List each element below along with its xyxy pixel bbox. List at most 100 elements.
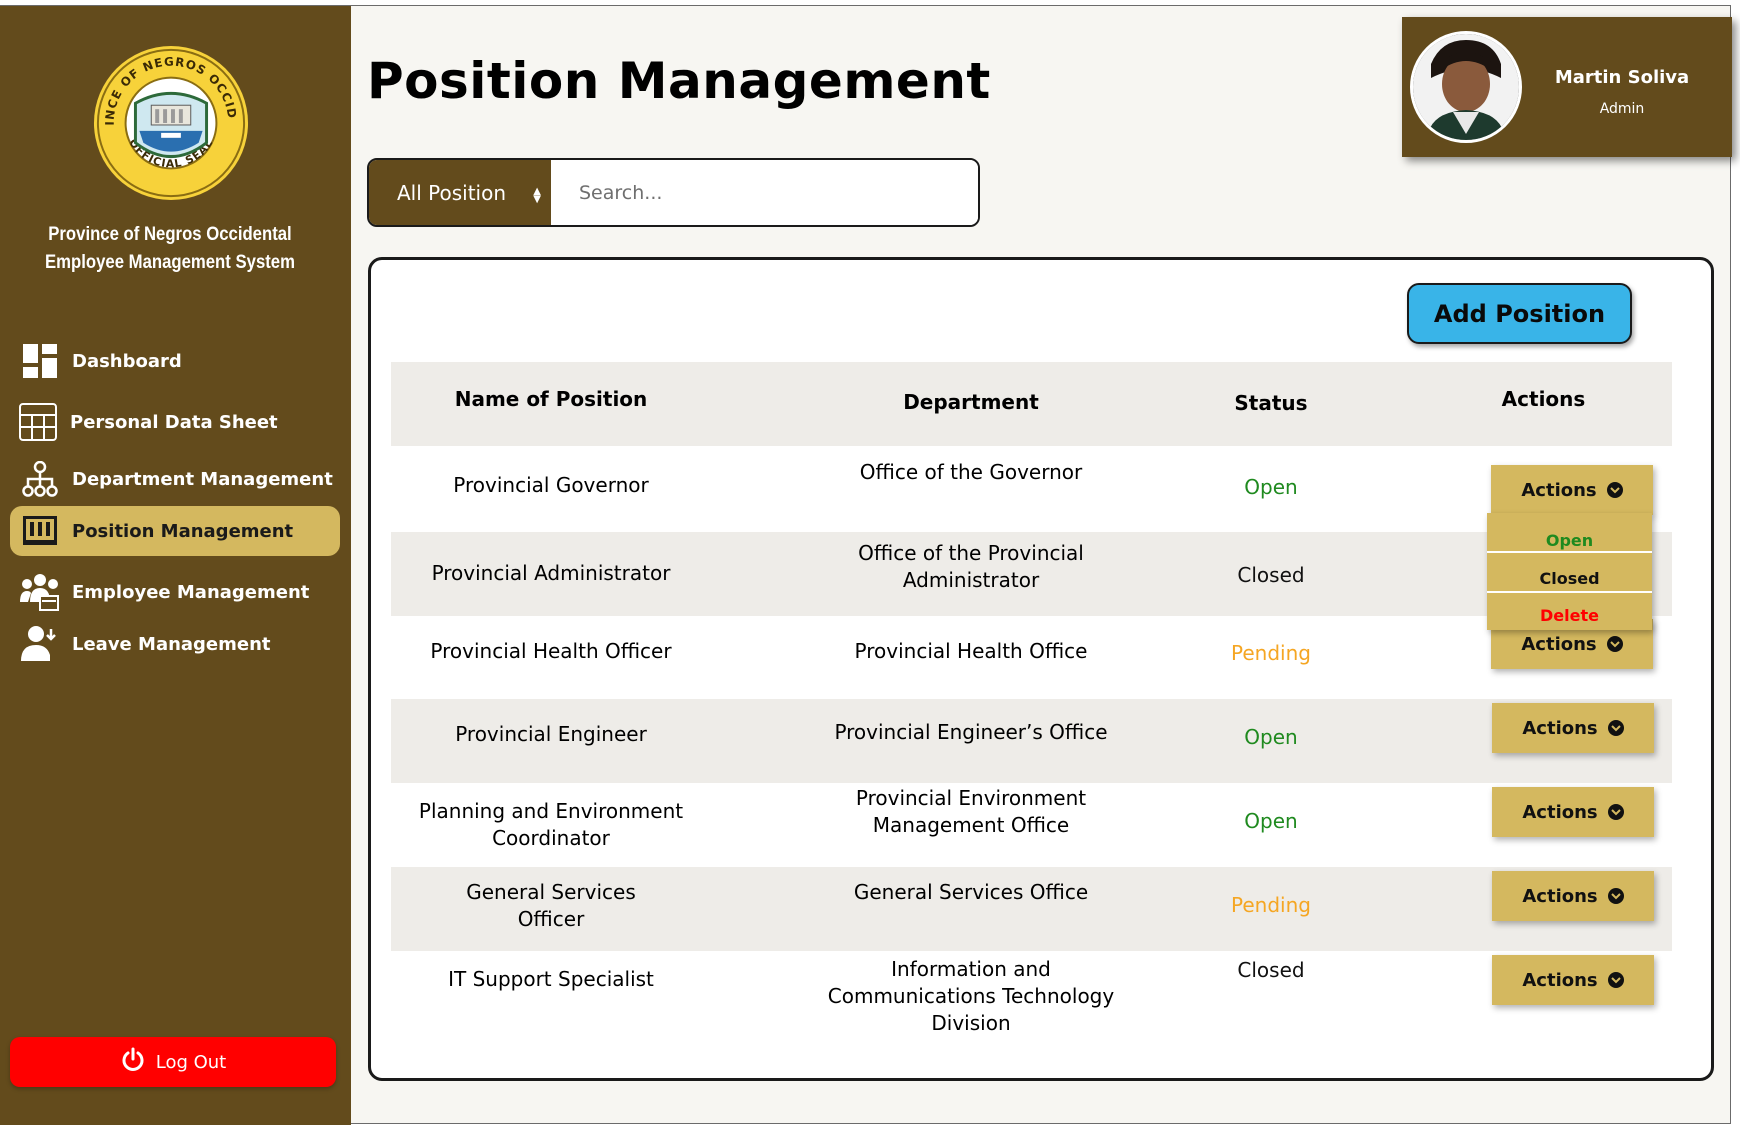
sidebar-item-label: Leave Management [72, 633, 271, 655]
actions-button[interactable]: Actions [1492, 787, 1654, 837]
grid-sheet-icon [18, 402, 58, 442]
position-board-icon [20, 511, 60, 551]
table-row: Provincial Governor Office of the Govern… [391, 447, 1672, 531]
profile-role: Admin [1599, 101, 1645, 117]
department-line: Division [931, 1011, 1011, 1035]
chevron-down-icon [1606, 482, 1623, 498]
position-department: General Services Office [853, 880, 1089, 904]
filter-search-bar: All Position ▲ ▼ [367, 158, 980, 227]
column-header-name: Name of Position [454, 387, 648, 411]
chevron-down-icon [1607, 720, 1624, 736]
position-name: Provincial Health Officer [430, 639, 672, 663]
position-name: Provincial Administrator [431, 561, 671, 585]
table-row: Planning and Environment Coordinator Pro… [391, 783, 1672, 867]
sidebar: PROVINCE OF NEGROS OCCIDENTAL OFFICIAL S… [0, 6, 351, 1125]
actions-label: Actions [1521, 633, 1597, 655]
actions-button[interactable]: Actions [1492, 955, 1654, 1005]
actions-label: Actions [1522, 969, 1598, 991]
org-chart-icon [20, 459, 60, 499]
power-icon [120, 1047, 146, 1078]
position-status: Pending [1231, 641, 1311, 665]
table-row: Provincial Health Officer Provincial Hea… [391, 616, 1672, 700]
table-row: Provincial Engineer Provincial Engineer’… [391, 699, 1672, 783]
avatar [1410, 31, 1522, 143]
menu-item-closed[interactable]: Closed [1487, 569, 1652, 588]
position-status: Open [1244, 809, 1298, 833]
actions-label: Actions [1522, 717, 1598, 739]
column-header-department: Department [903, 390, 1039, 414]
actions-button[interactable]: Actions [1492, 871, 1654, 921]
table-row: General Services Officer General Service… [391, 867, 1672, 951]
menu-item-open[interactable]: Open [1487, 531, 1652, 550]
sidebar-item-label: Personal Data Sheet [70, 411, 278, 433]
employees-icon [20, 572, 60, 612]
name-line: Coordinator [492, 826, 610, 850]
position-name: Provincial Governor [453, 473, 649, 497]
logout-button[interactable]: Log Out [10, 1037, 336, 1087]
actions-label: Actions [1521, 479, 1597, 501]
position-filter-select[interactable]: All Position ▲ ▼ [369, 160, 551, 225]
department-line: Office of the Provincial [858, 541, 1084, 565]
chevron-down-icon [1607, 888, 1624, 904]
add-position-button[interactable]: Add Position [1407, 283, 1632, 344]
table-row: Provincial Administrator Office of the P… [391, 532, 1672, 616]
actions-button[interactable]: Actions [1492, 703, 1654, 753]
sidebar-item-label: Employee Management [72, 581, 310, 603]
position-status: Open [1244, 475, 1298, 499]
search-input[interactable] [551, 160, 978, 225]
position-department: Office of the Governor [859, 460, 1083, 484]
menu-divider [1487, 551, 1652, 553]
sidebar-item-dashboard[interactable]: Dashboard [10, 336, 340, 386]
select-arrows-icon: ▲ ▼ [533, 186, 541, 205]
menu-divider [1487, 591, 1652, 593]
sidebar-item-personal-data-sheet[interactable]: Personal Data Sheet [10, 397, 340, 447]
position-department: Provincial Engineer’s Office [834, 720, 1108, 744]
dashboard-icon [20, 341, 60, 381]
name-line: Officer [517, 907, 585, 931]
actions-dropdown-menu: Open Closed Delete [1487, 513, 1652, 630]
name-line: General Services [466, 880, 636, 904]
position-department: Office of the Provincial Administrator [786, 540, 1156, 594]
sidebar-item-position-management[interactable]: Position Management [10, 506, 340, 556]
logout-label: Log Out [155, 1051, 227, 1073]
official-seal-logo: PROVINCE OF NEGROS OCCIDENTAL OFFICIAL S… [92, 44, 249, 201]
sidebar-item-leave-management[interactable]: Leave Management [10, 619, 340, 669]
user-profile-card[interactable]: Martin Soliva Admin [1402, 17, 1732, 157]
org-name-line1: Province of Negros Occidental [48, 224, 292, 245]
position-department: Provincial Environment Management Office [786, 785, 1156, 839]
actions-button[interactable]: Actions [1491, 465, 1653, 515]
menu-item-delete[interactable]: Delete [1487, 606, 1652, 625]
position-status: Open [1244, 725, 1298, 749]
position-department: Information and Communications Technolog… [786, 956, 1156, 1037]
department-line: Communications Technology [827, 984, 1115, 1008]
chevron-down-icon [1606, 636, 1623, 652]
chevron-down-icon [1607, 972, 1624, 988]
position-filter-value: All Position [397, 180, 507, 205]
department-line: Administrator [902, 568, 1040, 592]
name-line: Planning and Environment [418, 799, 684, 823]
position-name: General Services Officer [391, 879, 711, 933]
position-name: IT Support Specialist [448, 967, 654, 991]
organization-name: Province of Negros Occidental Employee M… [20, 221, 319, 277]
table-row: IT Support Specialist Information and Co… [391, 951, 1672, 1061]
positions-panel: Add Position Name of Position Department… [368, 257, 1714, 1081]
chevron-down-icon [1607, 804, 1624, 820]
leave-user-icon [20, 624, 60, 664]
sidebar-item-department-management[interactable]: Department Management [10, 454, 340, 504]
column-header-actions: Actions [1501, 387, 1586, 411]
position-name: Provincial Engineer [455, 722, 647, 746]
position-status: Closed [1237, 958, 1305, 982]
sidebar-item-label: Department Management [72, 468, 333, 490]
department-line: Management Office [872, 813, 1070, 837]
column-header-status: Status [1234, 391, 1308, 415]
actions-label: Actions [1522, 885, 1598, 907]
profile-name: Martin Soliva [1554, 67, 1690, 88]
sidebar-item-employee-management[interactable]: Employee Management [10, 567, 340, 617]
position-name: Planning and Environment Coordinator [391, 798, 711, 852]
page-title: Position Management [367, 52, 991, 110]
sidebar-item-label: Position Management [72, 520, 294, 542]
position-status: Pending [1231, 893, 1311, 917]
org-name-line2: Employee Management System [45, 252, 295, 273]
actions-label: Actions [1522, 801, 1598, 823]
department-line: Provincial Environment [855, 786, 1087, 810]
